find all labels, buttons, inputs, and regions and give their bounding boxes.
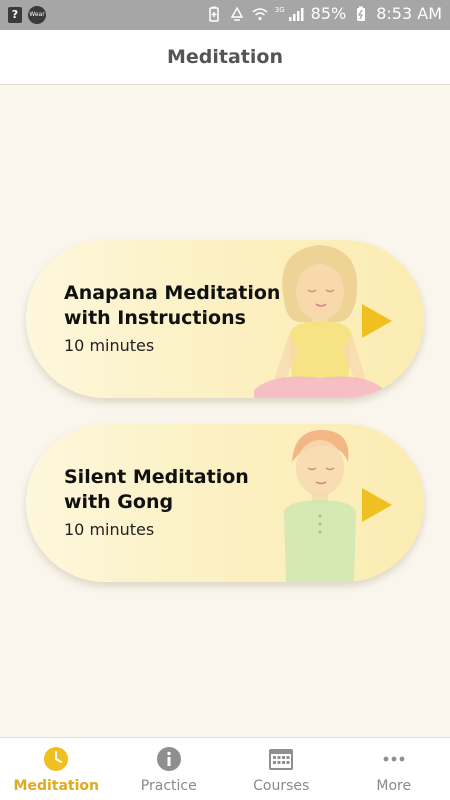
nav-item-courses[interactable]: Courses	[225, 738, 338, 800]
play-icon[interactable]	[360, 486, 394, 524]
card-duration: 10 minutes	[64, 336, 155, 355]
nav-item-practice[interactable]: Practice	[113, 738, 226, 800]
signal-icon	[288, 7, 304, 21]
card-duration: 10 minutes	[64, 520, 155, 539]
status-bar: ? Wear 3G 85% 8:53 AM	[0, 0, 450, 30]
clock-icon	[44, 747, 68, 771]
clock-time: 8:53 AM	[376, 4, 442, 23]
page-title: Meditation	[167, 46, 283, 68]
wear-icon: Wear	[28, 6, 46, 24]
info-icon	[156, 747, 181, 771]
card-title-line2: with Gong	[64, 491, 174, 513]
recycle-icon	[230, 5, 244, 21]
nav-item-meditation[interactable]: Meditation	[0, 738, 113, 800]
card-title-line1: Anapana Meditation	[64, 282, 281, 304]
play-icon[interactable]	[360, 302, 394, 340]
more-icon	[383, 756, 404, 762]
meditation-card-silent[interactable]: Silent Meditation with Gong 10 minutes	[26, 424, 424, 582]
nav-label-practice: Practice	[140, 778, 197, 794]
help-box-icon: ?	[8, 7, 22, 23]
battery-icon	[357, 6, 366, 21]
bottom-navigation: Meditation Practice Courses More	[0, 737, 450, 800]
calendar-icon	[269, 749, 293, 770]
wifi-icon	[252, 7, 268, 20]
battery-saver-icon	[209, 6, 219, 22]
nav-label-courses: Courses	[253, 778, 310, 794]
battery-percent: 85%	[310, 4, 347, 23]
card-title-line1: Silent Meditation	[64, 466, 249, 488]
app-header: Meditation	[0, 30, 450, 85]
nav-label-more: More	[376, 778, 412, 794]
nav-item-more[interactable]: More	[338, 738, 450, 800]
card-title-line2: with Instructions	[64, 307, 246, 329]
network-type: 3G	[274, 5, 285, 14]
nav-label-meditation: Meditation	[13, 778, 99, 794]
meditation-card-anapana[interactable]: Anapana Meditation with Instructions 10 …	[26, 240, 424, 398]
